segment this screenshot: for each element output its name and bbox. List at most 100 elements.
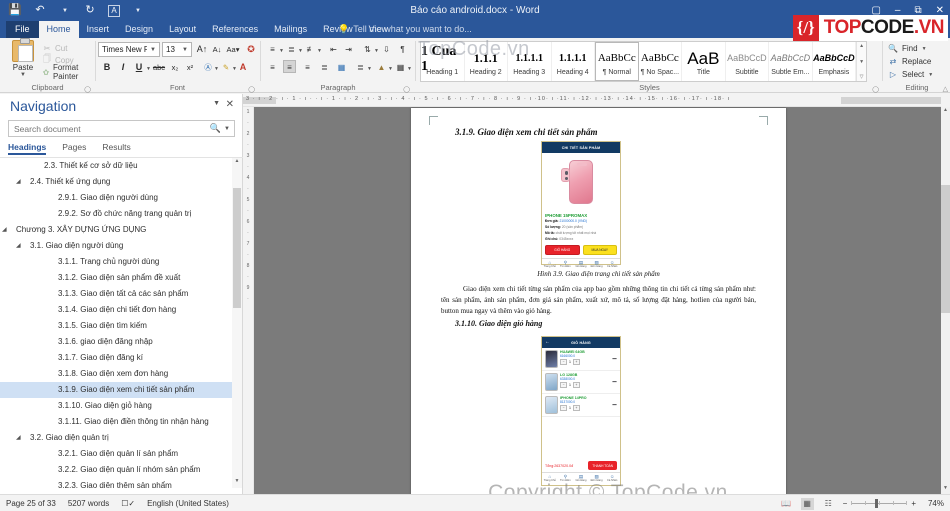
sort-caret-icon[interactable]: ▼: [374, 48, 379, 54]
shading-icon[interactable]: ▲: [375, 61, 388, 74]
tab-mailings[interactable]: Mailings: [266, 21, 315, 38]
style-subtitle[interactable]: AaBbCcD Subtitle: [726, 42, 770, 81]
language-indicator[interactable]: English (United States): [147, 499, 229, 508]
nav-heading-item[interactable]: 2.9.1. Giao diện người dùng: [0, 190, 233, 206]
style-heading-1[interactable]: 1 Cua 1 Heading 1: [421, 42, 465, 81]
increase-indent-icon[interactable]: ⇥: [342, 43, 355, 56]
tab-references[interactable]: References: [204, 21, 266, 38]
nav-scroll-down-icon[interactable]: ▼: [232, 478, 242, 488]
font-size-combobox[interactable]: 13 ▼: [162, 42, 192, 57]
underline-icon[interactable]: U: [132, 60, 146, 74]
nav-heading-item[interactable]: 3.1.5. Giao diện tìm kiếm: [0, 318, 233, 334]
replace-button[interactable]: ⇄ Replace: [888, 55, 933, 68]
search-options-caret-icon[interactable]: ▼: [224, 126, 234, 132]
expander-icon[interactable]: ◢: [16, 174, 21, 190]
zoom-out-button[interactable]: −: [843, 499, 848, 508]
navigation-heading-list[interactable]: 2.3. Thiết kế cơ sở dữ liệu ◢ 2.4. Thiết k…: [0, 158, 233, 488]
styles-gallery[interactable]: 1 Cua 1 Heading 1 1.1.1 Heading 2 1.1.1.…: [420, 41, 867, 82]
align-center-icon[interactable]: ≡: [283, 60, 296, 73]
nav-heading-item[interactable]: 3.1.8. Giao diện xem đơn hàng: [0, 366, 233, 382]
italic-icon[interactable]: I: [116, 60, 130, 74]
zoom-in-button[interactable]: +: [911, 499, 916, 508]
align-right-icon[interactable]: ≡: [301, 61, 314, 74]
nav-heading-item[interactable]: 3.1.1. Trang chủ người dùng: [0, 254, 233, 270]
find-button[interactable]: 🔍 Find ▼: [888, 42, 933, 55]
page-indicator[interactable]: Page 25 of 33: [6, 499, 56, 508]
expander-icon[interactable]: ◢: [2, 222, 7, 238]
share-button[interactable]: Share: [918, 21, 942, 38]
nav-heading-item[interactable]: 3.1.2. Giao diện sản phẩm đề xuất: [0, 270, 233, 286]
multilevel-list-icon[interactable]: ≢: [304, 43, 317, 56]
nav-heading-item[interactable]: 3.2.1. Giao diện quản lí sản phẩm: [0, 446, 233, 462]
sort-az-icon[interactable]: ⇩: [380, 43, 393, 56]
nav-tab-headings[interactable]: Headings: [8, 142, 47, 155]
paragraph-dialog-launcher[interactable]: ◯: [403, 86, 410, 93]
font-size-caret-icon[interactable]: ▼: [179, 47, 188, 53]
tab-insert[interactable]: Insert: [79, 21, 118, 38]
bold-icon[interactable]: B: [100, 60, 114, 74]
style-heading-3[interactable]: 1.1.1.1 Heading 3: [508, 42, 552, 81]
align-left-icon[interactable]: ≡: [266, 61, 279, 74]
nav-heading-item[interactable]: 2.9.2. Sơ đồ chức năng trang quản trị: [0, 206, 233, 222]
select-button[interactable]: ▷ Select ▼: [888, 68, 933, 81]
web-layout-icon[interactable]: ☷: [822, 498, 835, 510]
nav-heading-item[interactable]: 2.3. Thiết kế cơ sở dữ liệu: [0, 158, 233, 174]
find-caret-icon[interactable]: ▼: [922, 46, 927, 52]
search-input[interactable]: [9, 122, 210, 135]
document-page[interactable]: 3.1.9. Giao diện xem chi tiết sản phẩm C…: [411, 108, 786, 494]
numbering-caret-icon[interactable]: ▼: [298, 48, 303, 54]
nav-heading-item[interactable]: ◢ Chương 3. XÂY DỰNG ỨNG DỤNG: [0, 222, 233, 238]
style-emphasis[interactable]: AaBbCcD Emphasis: [813, 42, 857, 81]
font-color-icon[interactable]: A: [236, 60, 250, 74]
styles-scroll[interactable]: ▲ ▼ ▽: [856, 42, 866, 81]
doc-scroll-down-icon[interactable]: ▼: [941, 485, 950, 494]
sort-icon[interactable]: ⇅: [361, 43, 374, 56]
nav-heading-item[interactable]: 3.1.3. Giao diện tất cả các sản phẩm: [0, 286, 233, 302]
search-box[interactable]: 🔍 ▼: [8, 120, 235, 137]
paragraph-spacing-caret-icon[interactable]: ▼: [367, 66, 372, 72]
bullets-icon[interactable]: ≡: [266, 43, 279, 56]
read-mode-icon[interactable]: 📖: [780, 498, 793, 510]
shading-caret-icon[interactable]: ▼: [388, 66, 393, 72]
format-painter-button[interactable]: ✩ Format Painter: [42, 63, 95, 81]
nav-scroll-thumb[interactable]: [233, 188, 241, 308]
zoom-track[interactable]: [851, 499, 908, 508]
nav-heading-item[interactable]: ◢ 3.1. Giao diện người dùng: [0, 238, 233, 254]
nav-heading-item[interactable]: 3.1.7. Giao diện đăng kí: [0, 350, 233, 366]
borders-caret-icon[interactable]: ▼: [407, 66, 412, 72]
tab-design[interactable]: Design: [117, 21, 161, 38]
navigation-close-icon[interactable]: ✕: [226, 99, 234, 110]
nav-scroll-up-icon[interactable]: ▲: [232, 158, 242, 168]
borders-icon[interactable]: ▦: [394, 61, 407, 74]
tab-home[interactable]: Home: [38, 21, 79, 38]
navigation-scrollbar[interactable]: ▲ ▼: [232, 158, 242, 488]
line-spacing-icon[interactable]: ▦: [335, 61, 348, 74]
doc-scroll-thumb[interactable]: [941, 185, 950, 313]
subscript-icon[interactable]: x₂: [168, 61, 182, 75]
text-effects-icon[interactable]: Ⓐ: [201, 61, 215, 75]
minimize-icon[interactable]: –: [895, 5, 901, 16]
nav-heading-item[interactable]: 3.1.10. Giao diện giỏ hàng: [0, 398, 233, 414]
zoom-level[interactable]: 74%: [924, 499, 944, 508]
clipboard-dialog-launcher[interactable]: ◯: [84, 86, 91, 93]
strikethrough-icon[interactable]: abc: [152, 61, 166, 75]
styles-scroll-down-icon[interactable]: ▼: [859, 59, 864, 65]
restore-icon[interactable]: ⧉: [914, 5, 921, 16]
zoom-knob[interactable]: [875, 499, 879, 508]
select-caret-icon[interactable]: ▼: [928, 72, 933, 78]
expander-icon[interactable]: ◢: [16, 430, 21, 446]
styles-more-icon[interactable]: ▽: [860, 74, 864, 80]
nav-heading-item[interactable]: 3.2.3. Giao diện thêm sản phẩm: [0, 478, 233, 488]
paragraph-spacing-icon[interactable]: ≣: [354, 61, 367, 74]
style-normal[interactable]: AaBbCc ¶ Normal: [595, 42, 639, 81]
tell-me-box[interactable]: 💡 Tell me what you want to do...: [338, 21, 472, 38]
tab-layout[interactable]: Layout: [161, 21, 204, 38]
collapse-ribbon-icon[interactable]: △: [943, 85, 948, 93]
nav-heading-item[interactable]: ◢ 3.2. Giao diện quản trị: [0, 430, 233, 446]
zoom-slider[interactable]: − +: [843, 499, 916, 508]
document-canvas[interactable]: 3.1.9. Giao diện xem chi tiết sản phẩm C…: [254, 107, 941, 494]
paste-button[interactable]: Paste ▼: [6, 38, 40, 78]
bullets-caret-icon[interactable]: ▼: [279, 48, 284, 54]
style-heading-2[interactable]: 1.1.1 Heading 2: [465, 42, 508, 81]
show-marks-icon[interactable]: ¶: [396, 43, 409, 56]
